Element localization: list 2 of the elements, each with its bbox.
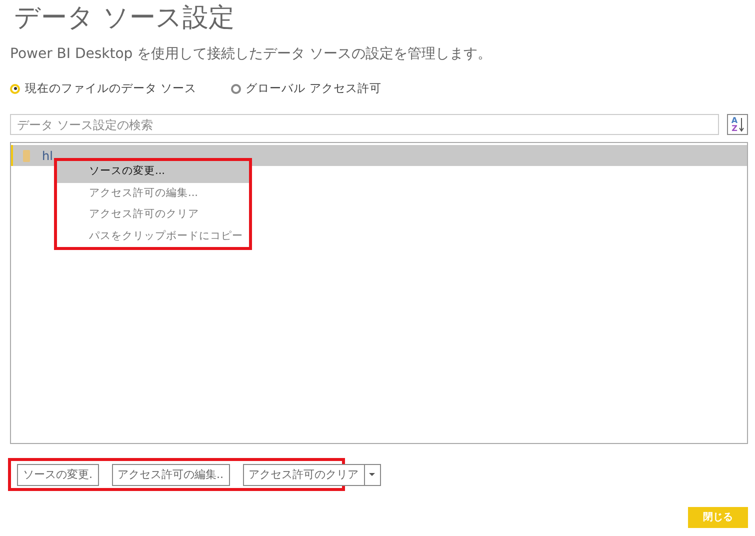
page-title: データ ソース設定 [13, 2, 236, 34]
description-text: Power BI Desktop を使用して接続したデータ ソースの設定を管理します。 [10, 45, 493, 64]
